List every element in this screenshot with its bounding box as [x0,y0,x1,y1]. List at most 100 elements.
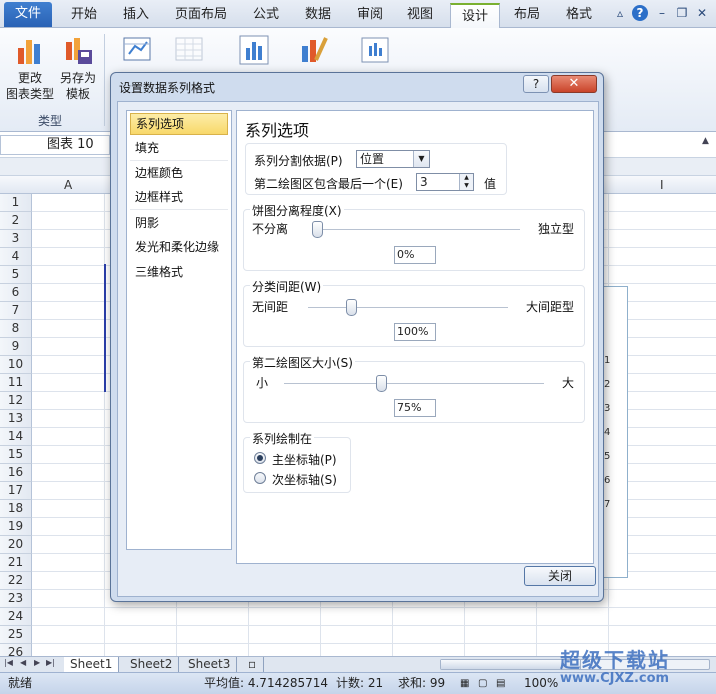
close-button[interactable]: 关闭 [524,566,596,586]
move-chart-button[interactable] [358,34,392,70]
sheet-nav-last-icon[interactable]: ▶| [46,658,55,667]
sheet-nav-prev-icon[interactable]: ◀ [20,658,26,667]
primary-axis-radio[interactable] [254,452,266,464]
spin-up-icon[interactable]: ▲ [459,174,473,182]
row-header[interactable]: 15 [0,446,32,464]
nav-divider [130,209,228,210]
row-header[interactable]: 11 [0,374,32,392]
primary-axis-label[interactable]: 主坐标轴(P) [272,451,337,468]
row-header[interactable]: 6 [0,284,32,302]
nav-border-color[interactable]: 边框颜色 [130,162,228,184]
gap-value[interactable]: 100% [394,323,436,341]
row-header[interactable]: 5 [0,266,32,284]
size-value[interactable]: 75% [394,399,436,417]
help-icon[interactable]: ? [632,5,648,21]
spin-down-icon[interactable]: ▼ [459,182,473,190]
row-header[interactable]: 13 [0,410,32,428]
tab-formulas[interactable]: 公式 [244,3,288,28]
expand-formula-bar-icon[interactable]: ▲ [702,136,714,152]
row-header[interactable]: 25 [0,626,32,644]
size-slider-track[interactable] [284,383,544,385]
save-as-template-button[interactable]: 另存为 模板 [56,34,100,102]
row-header[interactable]: 3 [0,230,32,248]
restore-icon[interactable]: ❐ [674,5,690,21]
row-header[interactable]: 22 [0,572,32,590]
name-box[interactable]: 图表 10 [0,135,110,155]
sheet-nav-next-icon[interactable]: ▶ [34,658,40,667]
column-header-a[interactable]: A [64,178,72,192]
nav-glow-soft-edges[interactable]: 发光和柔化边缘 [130,236,228,258]
explosion-value[interactable]: 0% [394,246,436,264]
nav-border-style[interactable]: 边框样式 [130,186,228,208]
dialog-help-button[interactable]: ? [523,75,549,93]
tab-data[interactable]: 数据 [296,3,340,28]
tab-page-layout[interactable]: 页面布局 [168,3,234,28]
row-header[interactable]: 9 [0,338,32,356]
explosion-slider-thumb[interactable] [312,221,323,238]
nav-3d-format[interactable]: 三维格式 [130,261,228,283]
tab-view[interactable]: 视图 [398,3,442,28]
switch-row-column-icon [121,34,153,66]
minimize-ribbon-icon[interactable]: ▵ [612,5,628,21]
sheet-tab-sheet2[interactable]: Sheet2 [124,657,180,672]
split-by-value: 位置 [360,152,385,166]
page-layout-view-icon[interactable]: ▢ [478,673,487,694]
gap-slider-thumb[interactable] [345,299,357,316]
zoom-level[interactable]: 100% [524,673,558,694]
row-header[interactable]: 14 [0,428,32,446]
row-header[interactable]: 21 [0,554,32,572]
chevron-down-icon[interactable]: ▼ [413,151,429,167]
explosion-max-label: 独立型 [538,222,575,236]
bar-chart-icon [14,34,46,66]
chart-styles-button[interactable] [296,34,332,70]
secondary-axis-radio[interactable] [254,472,266,484]
switch-row-column-button[interactable] [120,34,154,70]
chart-layout-button[interactable] [236,34,272,70]
sheet-tab-sheet3[interactable]: Sheet3 [182,657,238,672]
row-header[interactable]: 17 [0,482,32,500]
tab-home[interactable]: 开始 [62,3,106,28]
chart-axis-label: 4 [604,427,611,438]
row-header[interactable]: 16 [0,464,32,482]
change-chart-type-button[interactable]: 更改 图表类型 [4,34,56,102]
row-header[interactable]: 12 [0,392,32,410]
tab-layout[interactable]: 布局 [504,3,550,28]
select-data-button[interactable] [172,34,206,70]
row-header[interactable]: 2 [0,212,32,230]
nav-fill[interactable]: 填充 [130,137,228,159]
size-slider-thumb[interactable] [376,375,388,392]
normal-view-icon[interactable]: ▦ [460,673,469,694]
tab-review[interactable]: 审阅 [348,3,392,28]
row-header[interactable]: 10 [0,356,32,374]
row-header[interactable]: 4 [0,248,32,266]
column-header-i[interactable]: I [660,178,664,192]
split-by-select[interactable]: 位置 ▼ [356,150,430,168]
row-header[interactable]: 20 [0,536,32,554]
nav-series-options[interactable]: 系列选项 [130,113,228,135]
row-header[interactable]: 1 [0,194,32,212]
close-icon[interactable]: ✕ [694,5,710,21]
tab-design[interactable]: 设计 [450,3,500,28]
secondary-axis-label[interactable]: 次坐标轴(S) [272,471,337,488]
tab-format[interactable]: 格式 [556,3,602,28]
tab-file[interactable]: 文件 [4,2,52,27]
nav-shadow[interactable]: 阴影 [130,212,228,234]
page-break-view-icon[interactable]: ▤ [496,673,505,694]
row-header[interactable]: 18 [0,500,32,518]
second-plot-spinner[interactable]: 3 ▲ ▼ [416,173,474,191]
sheet-nav-first-icon[interactable]: |◀ [4,658,13,667]
sheet-tab-sheet1[interactable]: Sheet1 [64,657,120,672]
explosion-slider-track[interactable] [312,229,520,231]
row-header[interactable]: 7 [0,302,32,320]
row-header[interactable]: 8 [0,320,32,338]
tab-insert[interactable]: 插入 [114,3,158,28]
dialog-close-x-button[interactable]: ✕ [551,75,597,93]
row-header[interactable]: 23 [0,590,32,608]
explosion-label: 饼图分离程度(X) [250,202,344,219]
save-as-template-label-2: 模板 [65,87,90,101]
insert-sheet-icon[interactable]: ▫ [242,657,264,672]
row-header[interactable]: 24 [0,608,32,626]
gap-slider-track[interactable] [308,307,508,309]
row-header[interactable]: 19 [0,518,32,536]
minimize-icon[interactable]: – [654,5,670,21]
